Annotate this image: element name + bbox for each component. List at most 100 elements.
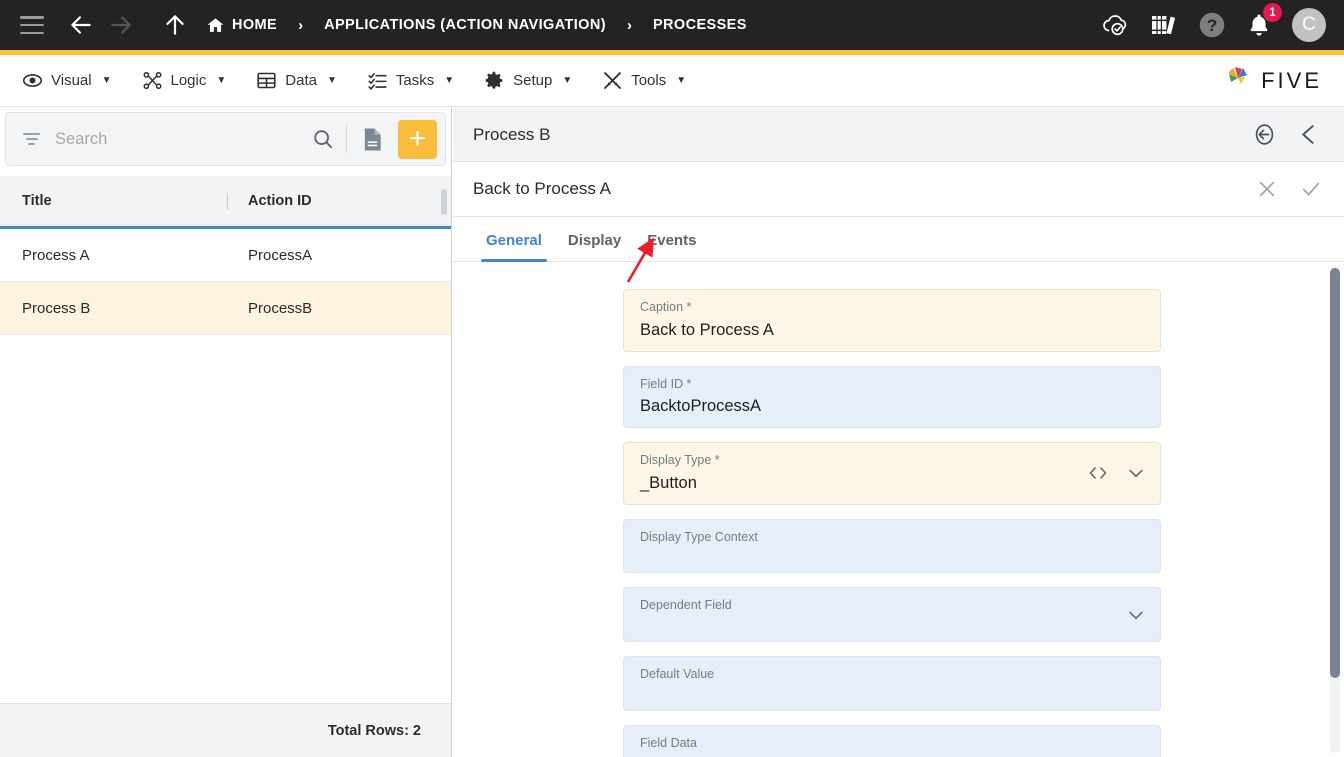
books-icon[interactable] xyxy=(1150,12,1178,38)
tab-events[interactable]: Events xyxy=(634,232,709,261)
detail-pane: Process B Back to Process A General Disp… xyxy=(453,108,1344,757)
breadcrumb: HOME › APPLICATIONS (ACTION NAVIGATION) … xyxy=(206,16,747,35)
bell-icon[interactable]: 1 xyxy=(1246,3,1282,38)
chevron-down-icon: ▼ xyxy=(562,75,573,86)
menu-label-visual: Visual xyxy=(51,72,92,89)
help-icon[interactable]: ? xyxy=(1198,11,1226,39)
record-actions xyxy=(1256,178,1322,200)
code-icon[interactable] xyxy=(1088,464,1108,482)
search-icon[interactable] xyxy=(312,128,334,150)
tab-general[interactable]: General xyxy=(473,232,555,262)
avatar[interactable]: C xyxy=(1292,8,1326,42)
field-value-display-type: _Button xyxy=(640,473,697,492)
cell-action-id: ProcessA xyxy=(248,246,313,264)
add-button[interactable]: + xyxy=(398,119,437,159)
confirm-check-icon[interactable] xyxy=(1300,178,1322,200)
checklist-icon xyxy=(367,70,388,91)
application-menu-bar: Visual ▼ Logic ▼ Data ▼ Tasks ▼ Setup ▼ xyxy=(0,55,1344,107)
topbar-actions: ? 1 C xyxy=(1100,3,1326,42)
total-rows-label: Total Rows: 2 xyxy=(327,722,421,739)
menu-label-logic: Logic xyxy=(170,72,207,89)
field-display-type-icons xyxy=(1088,464,1146,482)
column-header-title[interactable]: Title xyxy=(22,193,227,209)
chevron-down-icon: ▼ xyxy=(216,75,227,86)
search-input[interactable] xyxy=(55,129,312,149)
detail-title: Process B xyxy=(473,124,551,144)
field-display-type[interactable]: Display Type * _Button xyxy=(623,442,1161,505)
table-grid-icon xyxy=(256,70,277,91)
menu-item-tasks[interactable]: Tasks ▼ xyxy=(363,66,458,95)
field-label-dependent-field: Dependent Field xyxy=(640,598,732,613)
filter-icon[interactable] xyxy=(23,133,40,145)
header-scrollbar[interactable] xyxy=(441,189,447,215)
chevron-down-icon: ▼ xyxy=(444,75,455,86)
menu-item-setup[interactable]: Setup ▼ xyxy=(480,66,576,95)
field-label-caption: Caption * xyxy=(640,300,692,314)
brand-logo: FIVE xyxy=(1223,63,1322,98)
field-field-id[interactable]: Field ID * BacktoProcessA xyxy=(623,365,1161,429)
column-divider xyxy=(227,192,228,210)
field-label-field-id: Field ID * xyxy=(640,376,692,391)
breadcrumb-separator-2: › xyxy=(626,16,632,34)
document-icon[interactable] xyxy=(361,127,384,152)
close-icon[interactable] xyxy=(1256,178,1278,200)
logo-text: FIVE xyxy=(1261,67,1322,93)
column-header-action-id[interactable]: Action ID xyxy=(248,193,312,209)
breadcrumb-label-applications: APPLICATIONS (ACTION NAVIGATION) xyxy=(324,17,606,33)
svg-text:?: ? xyxy=(1207,16,1217,35)
menu-item-visual[interactable]: Visual ▼ xyxy=(18,66,116,95)
five-pinwheel-logo xyxy=(1223,63,1253,98)
tools-icon xyxy=(602,70,623,91)
detail-header: Process B xyxy=(453,108,1344,162)
table-header: Title Action ID xyxy=(0,176,451,229)
notification-badge: 1 xyxy=(1263,3,1282,22)
search-bar: + xyxy=(5,112,446,166)
back-circle-icon[interactable] xyxy=(1252,122,1277,147)
arrow-up-icon[interactable] xyxy=(158,8,192,42)
menu-label-tasks: Tasks xyxy=(395,72,435,89)
record-subheader: Back to Process A xyxy=(453,162,1344,217)
chevron-down-icon: ▼ xyxy=(676,75,687,86)
breadcrumb-item-processes[interactable]: PROCESSES xyxy=(653,17,747,33)
cell-title: Process B xyxy=(22,299,91,317)
eye-icon xyxy=(22,70,43,91)
menu-label-setup: Setup xyxy=(513,72,553,89)
chevron-down-icon: ▼ xyxy=(101,75,112,86)
field-display-type-context[interactable]: Display Type Context xyxy=(623,518,1161,574)
cell-title: Process A xyxy=(22,246,90,264)
breadcrumb-item-applications[interactable]: APPLICATIONS (ACTION NAVIGATION) xyxy=(324,17,606,33)
cell-action-id: ProcessB xyxy=(248,299,313,317)
field-caption[interactable]: Caption * Back to Process A xyxy=(623,289,1161,352)
arrow-right-icon[interactable] xyxy=(104,8,138,42)
arrow-left-icon[interactable] xyxy=(64,8,98,42)
menu-item-tools[interactable]: Tools ▼ xyxy=(598,66,690,95)
menu-label-tools: Tools xyxy=(631,72,667,89)
chevron-down-icon[interactable] xyxy=(1126,606,1146,624)
field-value-caption: Back to Process A xyxy=(640,320,774,339)
field-dependent-field[interactable]: Dependent Field xyxy=(623,587,1161,643)
tab-display[interactable]: Display xyxy=(555,232,634,261)
menu-label-data: Data xyxy=(285,72,317,89)
menu-item-logic[interactable]: Logic ▼ xyxy=(138,66,231,95)
cloud-check-icon[interactable] xyxy=(1100,12,1130,38)
table-row[interactable]: Process A ProcessA xyxy=(0,229,451,282)
table-row[interactable]: Process B ProcessB xyxy=(0,282,451,335)
breadcrumb-item-home[interactable]: HOME xyxy=(206,16,277,35)
field-label-display-type-context: Display Type Context xyxy=(640,529,758,544)
record-title: Back to Process A xyxy=(473,179,611,198)
list-footer: Total Rows: 2 xyxy=(0,703,451,757)
field-field-data[interactable]: Field Data Click to set field data xyxy=(623,724,1161,757)
form-scroll-area: Caption * Back to Process A Field ID * B… xyxy=(453,262,1344,757)
breadcrumb-label-processes: PROCESSES xyxy=(652,17,747,33)
home-icon xyxy=(206,16,225,35)
field-label-display-type: Display Type * xyxy=(640,453,720,468)
arrow-left-icon[interactable] xyxy=(1297,122,1322,147)
menu-item-data[interactable]: Data ▼ xyxy=(252,66,341,95)
chevron-down-icon[interactable] xyxy=(1126,464,1146,482)
field-default-value[interactable]: Default Value xyxy=(623,656,1161,711)
hamburger-icon[interactable] xyxy=(20,16,44,34)
logic-network-icon xyxy=(142,70,163,91)
divider xyxy=(346,125,347,153)
form-scrollbar-thumb[interactable] xyxy=(1330,268,1340,678)
detail-tabs: General Display Events xyxy=(453,217,1344,262)
